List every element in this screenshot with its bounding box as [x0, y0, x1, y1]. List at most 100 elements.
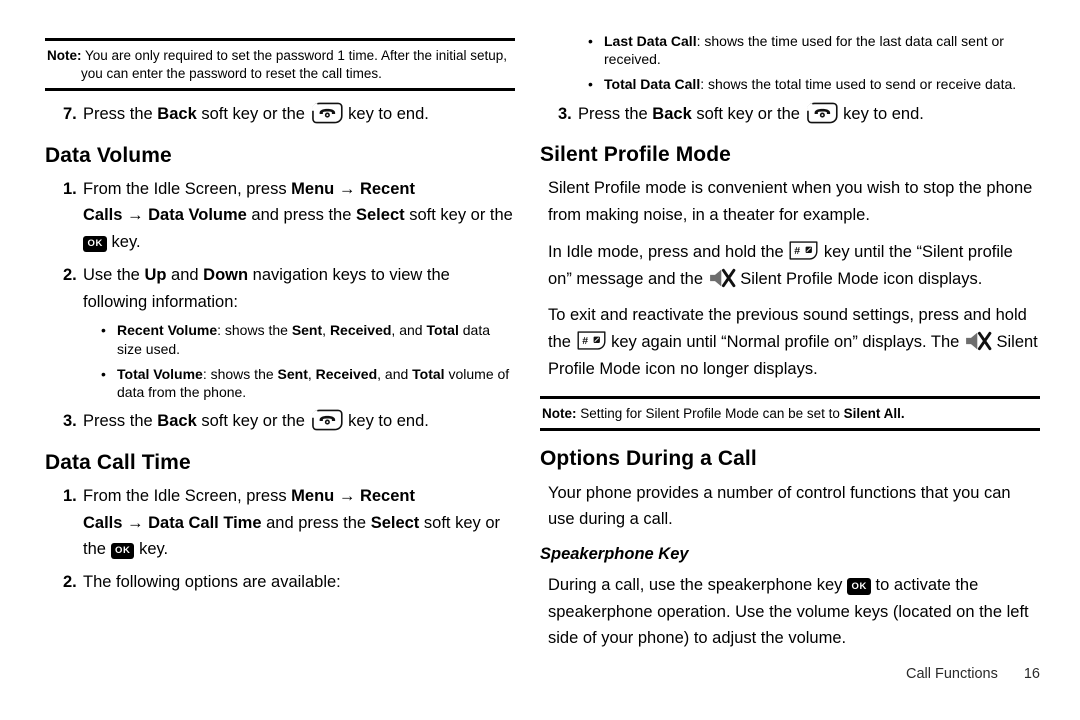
manual-page: Note: You are only required to set the p…: [0, 0, 1080, 720]
footer-section-label: Call Functions: [905, 666, 998, 682]
step-text-part: From the Idle Screen, press: [83, 486, 292, 505]
step-text-part: and press the: [246, 206, 356, 225]
list-item: • Total Data Call: shows the total time …: [588, 75, 1040, 93]
received-label: Received: [315, 365, 378, 382]
step-number: 3.: [63, 412, 77, 431]
heading-data-call-time: Data Call Time: [45, 450, 191, 474]
step-number: 2.: [63, 265, 77, 284]
step-number: 1.: [63, 486, 77, 505]
data-call-time-step-2: 2. The following options are available:: [45, 569, 515, 596]
list-item: • Last Data Call: shows the time used fo…: [588, 32, 1040, 68]
silent-profile-paragraph-1: Silent Profile mode is convenient when y…: [548, 179, 1033, 225]
down-key-label: Down: [203, 265, 249, 284]
step-text-part: key to end.: [343, 104, 429, 123]
right-column: • Last Data Call: shows the time used fo…: [530, 0, 1080, 720]
text-part: ,: [307, 365, 316, 382]
step-text: From the Idle Screen, press Menu → Recen…: [83, 483, 515, 563]
text-part: , and: [377, 365, 413, 382]
step-text: Press the Back soft key or the key to en…: [578, 101, 1040, 128]
speakerphone-paragraph: During a call, use the speakerphone key …: [540, 572, 1040, 652]
back-softkey-label: Back: [157, 104, 197, 123]
list-item: • Recent Volume: shows the Sent, Receive…: [101, 321, 515, 357]
step-text: Use the Up and Down navigation keys to v…: [83, 262, 515, 315]
subheading-speakerphone-key: Speakerphone Key: [540, 544, 689, 563]
step-text-part: soft key or the: [691, 104, 805, 123]
list-item-text: Total Volume: shows the Sent, Received, …: [117, 365, 515, 401]
select-softkey-label: Select: [356, 206, 405, 225]
ok-key-icon: OK: [83, 235, 107, 253]
step-number: 7.: [63, 104, 77, 123]
menu-label: Menu: [291, 486, 335, 505]
silent-profile-paragraph-3: To exit and reactivate the previous soun…: [540, 302, 1040, 382]
text-part: During a call, use the speakerphone key: [548, 575, 848, 594]
note-block-password: Note: You are only required to set the p…: [45, 38, 515, 91]
list-item-text: Recent Volume: shows the Sent, Received,…: [117, 321, 515, 357]
data-volume-step-3: 3. Press the Back soft key or the key to…: [45, 408, 515, 435]
hash-key-icon: [788, 240, 819, 261]
text-part: : shows the: [202, 365, 278, 382]
step-text: Press the Back soft key or the key to en…: [83, 408, 515, 435]
text-part: : shows the: [217, 322, 292, 339]
step-number: 3.: [558, 104, 572, 123]
note-text: Setting for Silent Profile Mode can be s…: [580, 406, 844, 422]
note-label: Note:: [47, 48, 82, 63]
step-text-part: soft key or the: [196, 104, 310, 123]
data-call-time-step-3: 3. Press the Back soft key or the key to…: [540, 101, 1040, 128]
step-text-part: Press the: [83, 104, 158, 123]
data-volume-step-2: 2. Use the Up and Down navigation keys t…: [45, 262, 515, 315]
text-part: ,: [322, 322, 330, 339]
back-softkey-label: Back: [652, 104, 692, 123]
silent-profile-paragraph-2: In Idle mode, press and hold the key unt…: [540, 239, 1040, 292]
list-item-text: Last Data Call: shows the time used for …: [604, 32, 1040, 68]
text-part: Silent Profile Mode icon displays.: [735, 269, 983, 288]
options-paragraph-1: Your phone provides a number of control …: [548, 483, 1011, 529]
note-block-silent-all: Note: Setting for Silent Profile Mode ca…: [540, 396, 1040, 432]
end-call-key-icon: [805, 101, 839, 125]
step-text: Press the Back soft key or the key to en…: [83, 101, 515, 128]
term-label: Total Data Call: [604, 76, 701, 93]
data-volume-step-1: 1. From the Idle Screen, press Menu → Re…: [45, 176, 515, 256]
step-text-part: key.: [139, 540, 169, 559]
text-part: key again until “Normal profile on” disp…: [606, 333, 964, 352]
step-text-part: Press the: [578, 104, 653, 123]
step-text-part: soft key or the: [196, 412, 310, 431]
step-text-part: and: [166, 265, 204, 284]
ok-key-icon: OK: [847, 578, 871, 595]
sent-label: Sent: [277, 365, 308, 382]
muted-speaker-icon: [964, 329, 992, 353]
data-call-bullet-list: • Last Data Call: shows the time used fo…: [540, 32, 1040, 94]
step-text-part: key.: [111, 233, 141, 252]
step-text-part: From the Idle Screen, press: [83, 179, 292, 198]
step-text-part: soft key or the: [404, 206, 513, 225]
bullet-icon: •: [588, 33, 593, 49]
left-column: Note: You are only required to set the p…: [0, 0, 530, 720]
arrow-icon: →: [338, 179, 356, 198]
step-text: The following options are available:: [83, 573, 341, 592]
data-call-time-label: Data Call Time: [148, 513, 262, 532]
end-call-key-icon: [310, 408, 344, 432]
arrow-icon: →: [127, 206, 144, 225]
footer-page-number: 16: [1023, 666, 1040, 682]
select-softkey-label: Select: [370, 513, 420, 532]
note-label: Note:: [542, 406, 577, 422]
up-key-label: Up: [144, 265, 167, 284]
step-number: 1.: [63, 179, 77, 198]
sent-label: Sent: [291, 322, 323, 339]
silent-all-label: Silent All.: [843, 406, 905, 422]
back-softkey-label: Back: [157, 412, 197, 431]
term-label: Last Data Call: [604, 33, 697, 49]
heading-silent-profile-mode: Silent Profile Mode: [540, 143, 731, 167]
text-part: : shows the total time used to send or r…: [700, 76, 1017, 93]
ok-key-icon: OK: [110, 542, 135, 560]
menu-label: Menu: [291, 179, 335, 198]
list-item-text: Total Data Call: shows the total time us…: [604, 75, 1040, 93]
total-label: Total: [412, 365, 445, 382]
arrow-icon: →: [338, 486, 356, 505]
data-volume-label: Data Volume: [148, 206, 247, 225]
bullet-icon: •: [101, 322, 106, 339]
muted-speaker-icon: [708, 266, 736, 290]
note-text-line1: You are only required to set the passwor…: [85, 48, 508, 63]
page-footer: Call Functions 16: [906, 666, 1040, 682]
hash-key-icon: [576, 330, 607, 351]
note-text-line2: you can enter the password to reset the …: [81, 65, 382, 81]
